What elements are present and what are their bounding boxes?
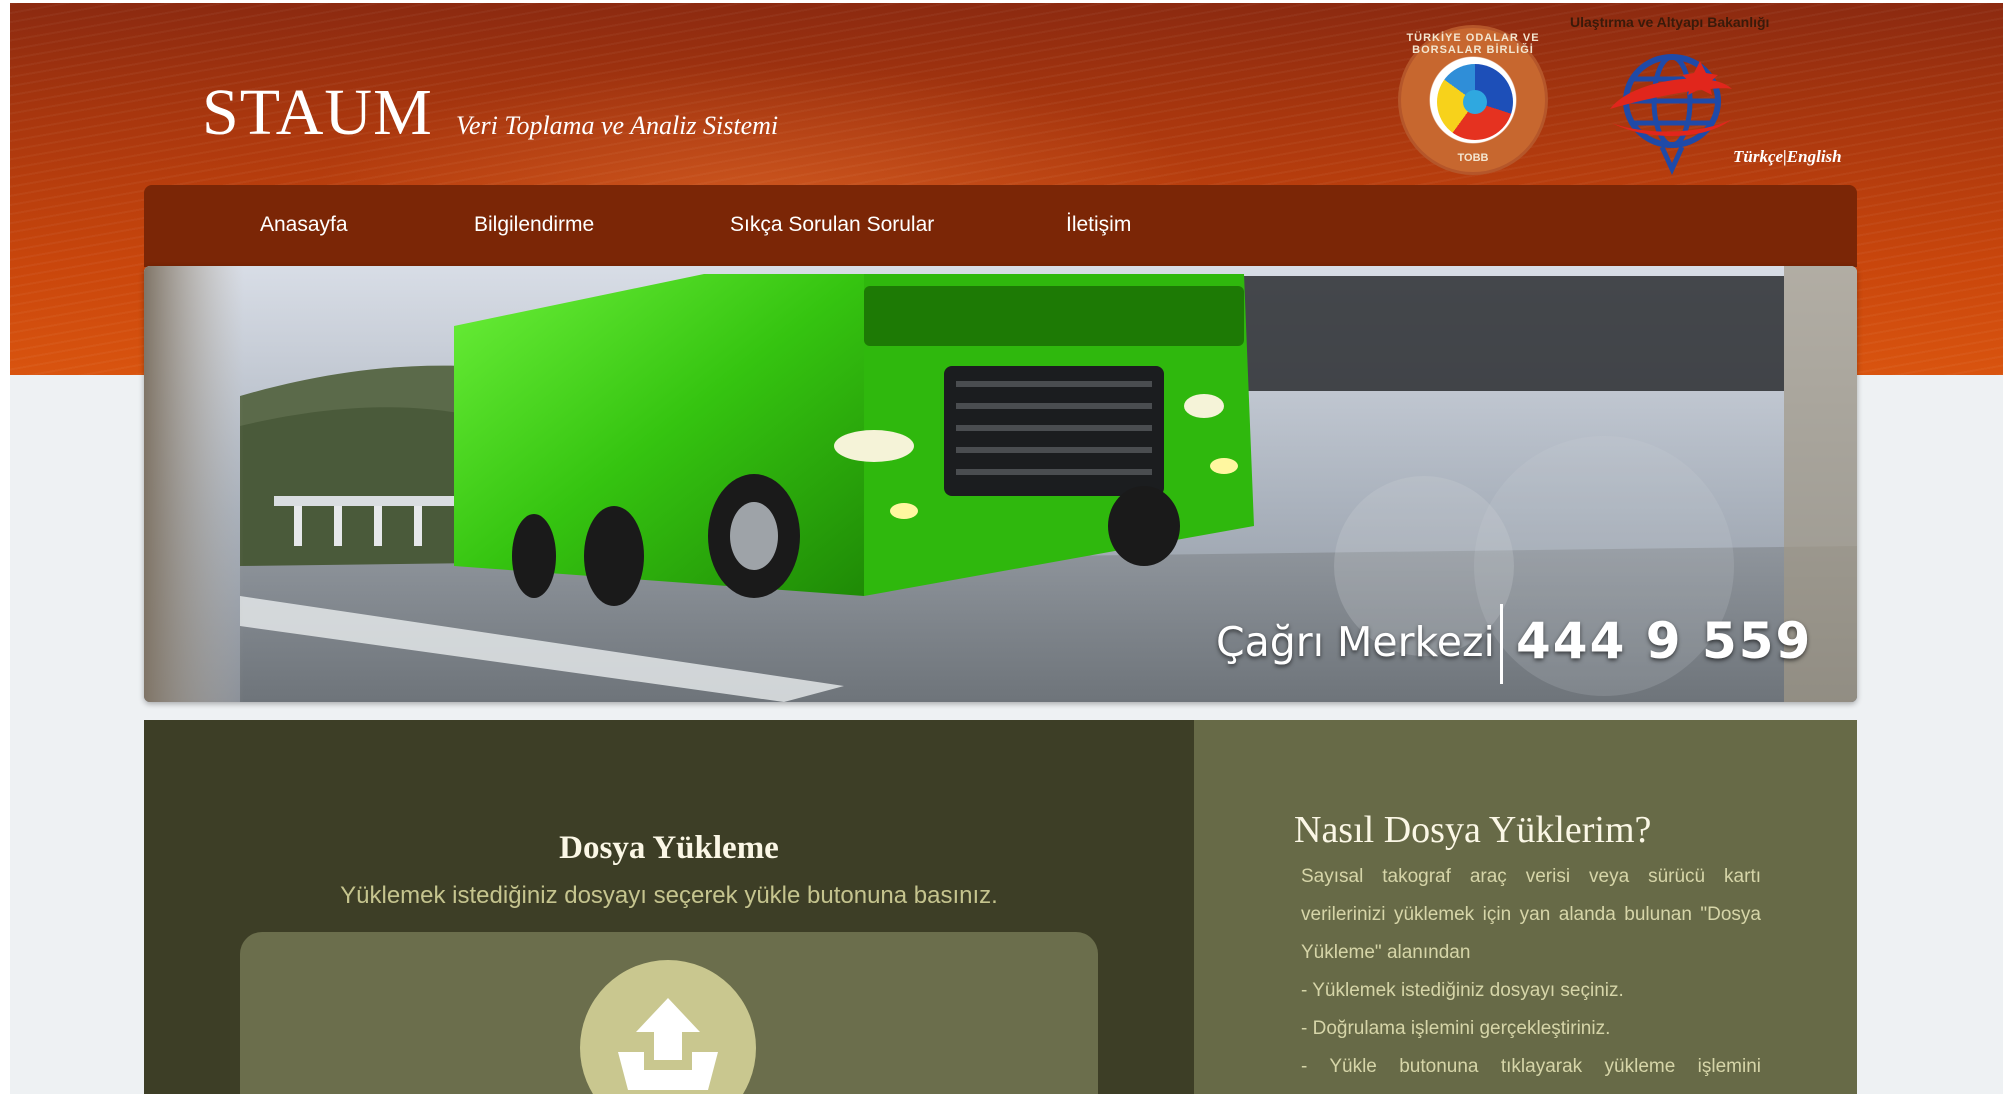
upload-icon	[618, 998, 718, 1090]
lang-english-link[interactable]: English	[1787, 147, 1842, 166]
language-switch: Türkçe|English	[1733, 147, 1842, 167]
callcenter-label: Çağrı Merkezi	[1216, 618, 1495, 666]
main-nav: Anasayfa Bilgilendirme Sıkça Sorulan Sor…	[144, 185, 1857, 267]
nav-item-contact[interactable]: İletişim	[1066, 213, 1131, 237]
upload-title: Dosya Yükleme	[559, 830, 779, 866]
nav-item-info[interactable]: Bilgilendirme	[474, 213, 594, 237]
site-logo[interactable]: STAUM	[202, 75, 433, 151]
hero-banner: Çağrı Merkezi 444 9 559	[144, 266, 1857, 702]
page: STAUM Veri Toplama ve Analiz Sistemi TÜR…	[0, 0, 2012, 1094]
howto-text: Sayısal takograf araç verisi veya sürücü…	[1301, 858, 1761, 1094]
howto-step: - Doğrulama işlemini gerçekleştiriniz.	[1301, 1018, 1611, 1039]
tobb-mark-icon	[1437, 64, 1513, 140]
howto-step: - Yükle butonuna tıklayarak yükleme işle…	[1301, 1056, 1761, 1077]
howto-step: - Yüklemek istediğiniz dosyayı seçiniz.	[1301, 980, 1624, 1001]
page-inner: STAUM Veri Toplama ve Analiz Sistemi TÜR…	[10, 3, 2003, 1094]
nav-item-home[interactable]: Anasayfa	[260, 213, 348, 237]
ministry-name: Ulaştırma ve Altyapı Bakanlığı	[1570, 14, 1770, 30]
callcenter-phone: 444 9 559	[1516, 612, 1813, 670]
tobb-ring-bottom: TOBB	[1457, 152, 1489, 164]
tobb-emblem: TÜRKİYE ODALAR VE BORSALAR BİRLİĞİ TOBB	[1398, 25, 1548, 175]
upload-subtitle: Yüklemek istediğiniz dosyayı seçerek yük…	[340, 882, 998, 909]
nav-item-faq[interactable]: Sıkça Sorulan Sorular	[730, 213, 934, 237]
howto-panel: Nasıl Dosya Yüklerim? Sayısal takograf a…	[1194, 720, 1857, 1094]
upload-button[interactable]	[580, 960, 756, 1094]
upload-panel: Dosya Yükleme Yüklemek istediğiniz dosya…	[144, 720, 1194, 1094]
howto-title: Nasıl Dosya Yüklerim?	[1294, 809, 1652, 851]
callcenter-divider	[1500, 604, 1503, 684]
lang-turkish-link[interactable]: Türkçe	[1733, 147, 1783, 166]
site-tagline: Veri Toplama ve Analiz Sistemi	[456, 111, 779, 140]
howto-intro: Sayısal takograf araç verisi veya sürücü…	[1301, 866, 1761, 963]
tobb-ring-text: TÜRKİYE ODALAR VE BORSALAR BİRLİĞİ	[1406, 32, 1540, 56]
ministry-globe-icon	[1610, 54, 1732, 176]
upload-dropzone[interactable]	[240, 932, 1098, 1094]
